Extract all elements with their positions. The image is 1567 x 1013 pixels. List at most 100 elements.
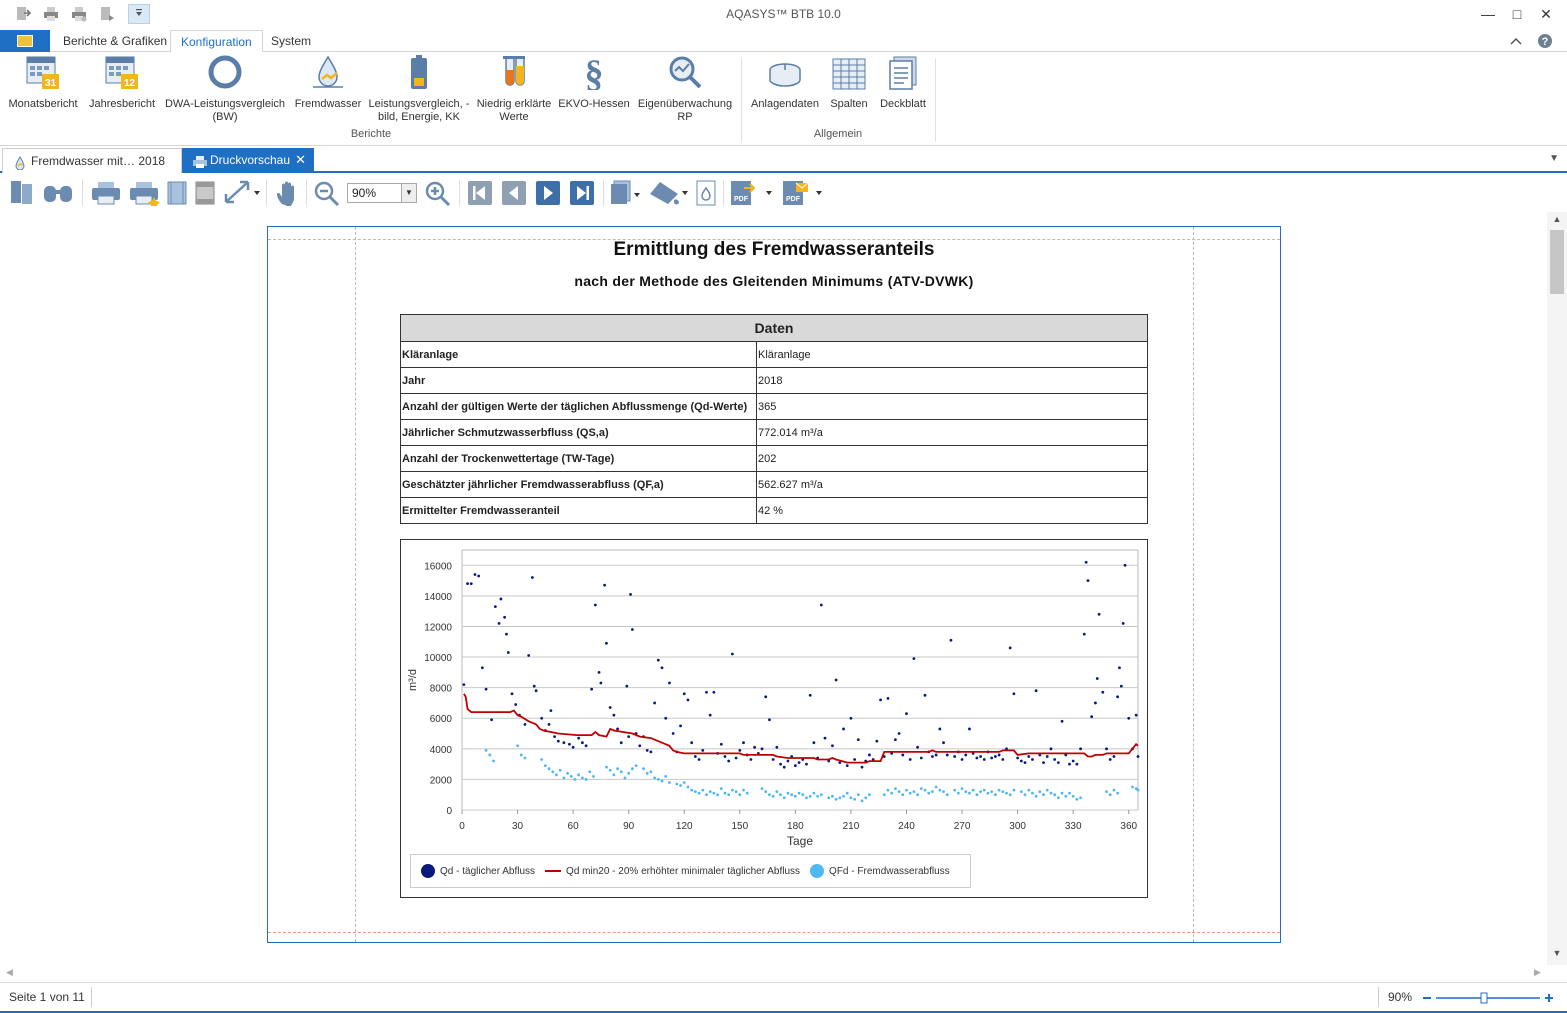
qd-point (1090, 715, 1094, 719)
scroll-up-icon[interactable]: ▲ (1547, 214, 1567, 230)
qfd-point (886, 788, 890, 792)
columns-icon (832, 58, 866, 94)
first-page-icon[interactable] (467, 180, 493, 206)
ekvo-hessen-button[interactable]: § EKVO-Hessen (558, 53, 630, 111)
next-page-icon[interactable] (535, 180, 561, 206)
header-footer-icon[interactable] (194, 180, 216, 206)
zoom-select[interactable]: 90% ▼ (347, 183, 417, 203)
jahresbericht-button[interactable]: 12 Jahresbericht (86, 54, 158, 111)
eigenueberwachung-button[interactable]: Eigenüberwachung RP (634, 54, 736, 124)
open-document-icon[interactable] (10, 180, 34, 206)
last-page-icon[interactable] (569, 180, 595, 206)
page-setup-icon[interactable] (166, 180, 188, 206)
qfd-point (697, 791, 701, 795)
qd-point (893, 738, 897, 742)
ribbon-group-separator (741, 58, 742, 142)
legend-item-qdmin: Qd min20 - 20% erhöhter minimaler täglic… (545, 866, 800, 877)
print-icon[interactable] (40, 4, 62, 24)
customize-quick-access-icon[interactable] (128, 4, 150, 24)
qfd-point (588, 770, 592, 774)
app-menu-button[interactable] (0, 30, 50, 52)
quick-print-icon[interactable] (128, 180, 162, 206)
quick-print-icon[interactable] (68, 4, 90, 24)
qd-point (916, 745, 920, 749)
qd-point (577, 736, 581, 740)
qfd-point (993, 793, 997, 797)
help-icon[interactable]: ? (1536, 33, 1554, 49)
scroll-thumb[interactable] (1550, 230, 1564, 294)
qfd-point (675, 782, 679, 786)
preview-toolbar: 90% ▼ PDF PDF (0, 174, 1567, 212)
chart-legend: Qd - täglicher Abfluss Qd min20 - 20% er… (410, 854, 971, 888)
table-row: Ermittelter Fremdwasseranteil 42 % (400, 497, 1148, 524)
collapse-ribbon-icon[interactable] (1507, 33, 1525, 49)
qd-point (490, 718, 494, 722)
qfd-point (1071, 794, 1075, 798)
qd-point (580, 741, 584, 745)
svg-text:PDF: PDF (786, 196, 801, 203)
export-pdf-icon[interactable]: PDF (730, 180, 776, 206)
doc-tab-fremdwasser[interactable]: Fremdwasser mit… 2018 (2, 148, 182, 173)
maximize-button[interactable]: □ (1503, 4, 1531, 24)
scroll-left-icon[interactable]: ◀ (6, 967, 13, 978)
deckblatt-button[interactable]: Deckblatt (876, 54, 930, 111)
qd-point (1084, 560, 1088, 564)
qfd-point (566, 771, 569, 775)
ribbon-group-separator (935, 58, 936, 142)
zoom-slider[interactable] (1422, 989, 1556, 1007)
hand-tool-icon[interactable] (274, 180, 300, 206)
doc-tab-druckvorschau[interactable]: Druckvorschau ✕ (182, 148, 314, 173)
qd-point (1034, 689, 1038, 693)
qfd-point (1075, 797, 1079, 801)
tab-konfiguration[interactable]: Konfiguration (170, 30, 263, 53)
qd-point (738, 748, 742, 752)
qfd-point (584, 778, 588, 781)
qfd-point (1027, 788, 1031, 792)
zoom-in-icon[interactable] (424, 180, 452, 206)
spalten-button[interactable]: Spalten (826, 54, 872, 111)
multiple-pages-icon[interactable] (610, 180, 642, 206)
anlagendaten-button[interactable]: Anlagendaten (748, 54, 822, 111)
send-pdf-email-icon[interactable]: PDF (782, 180, 828, 206)
zoom-value: 90% (352, 186, 377, 200)
qfd-point (731, 788, 734, 792)
niedrig-erklaerte-werte-button[interactable]: Niedrig erklärte Werte (474, 54, 554, 124)
horizontal-scrollbar[interactable]: ◀ ▶ (0, 965, 1547, 982)
qfd-point (771, 794, 775, 798)
chevron-down-icon[interactable]: ▼ (401, 184, 416, 202)
tab-berichte-grafiken[interactable]: Berichte & Grafiken (53, 30, 177, 52)
scroll-right-icon[interactable]: ▶ (1534, 967, 1541, 978)
export-icon[interactable] (12, 4, 34, 24)
send-icon[interactable] (96, 4, 118, 24)
dwa-leistungsvergleich-button[interactable]: DWA-Leistungsvergleich (BW) (164, 54, 286, 124)
qd-point (484, 687, 488, 691)
qd-point (473, 573, 477, 576)
qfd-point (793, 794, 797, 798)
leistungsvergleich-button[interactable]: Leistungsvergleich, -bild, Energie, KK (368, 54, 470, 124)
tab-list-dropdown-icon[interactable]: ▼ (1549, 153, 1559, 164)
print-preview-area[interactable]: Ermittlung des Fremdwasseranteils nach d… (0, 212, 1547, 982)
qd-point (493, 605, 497, 608)
scale-icon[interactable] (222, 180, 262, 206)
monatsbericht-button[interactable]: 31 Monatsbericht (6, 54, 80, 111)
previous-page-icon[interactable] (501, 180, 527, 206)
watermark-icon[interactable] (695, 180, 717, 206)
qfd-point (1068, 791, 1071, 795)
fremdwasser-button[interactable]: Fremdwasser (292, 54, 364, 111)
vertical-scrollbar[interactable]: ▲ ▼ (1547, 212, 1567, 965)
qd-point (649, 750, 653, 754)
zoom-out-icon[interactable] (313, 180, 341, 206)
row-key: Anzahl der Trockenwettertage (TW-Tage) (400, 445, 757, 472)
minimize-button[interactable]: — (1474, 4, 1502, 24)
print-icon[interactable] (90, 180, 122, 206)
scroll-down-icon[interactable]: ▼ (1547, 948, 1567, 964)
close-button[interactable]: ✕ (1532, 4, 1560, 24)
binoculars-icon[interactable] (42, 180, 76, 206)
tab-system[interactable]: System (261, 30, 321, 52)
qfd-point (623, 776, 627, 780)
legend-item-qfd: QFd - Fremdwasserabfluss (810, 864, 950, 878)
close-tab-icon[interactable]: ✕ (295, 148, 306, 172)
page-color-icon[interactable] (648, 180, 690, 206)
doc-tab-label: Fremdwasser mit… 2018 (31, 154, 166, 168)
toolbar-separator (459, 180, 460, 206)
